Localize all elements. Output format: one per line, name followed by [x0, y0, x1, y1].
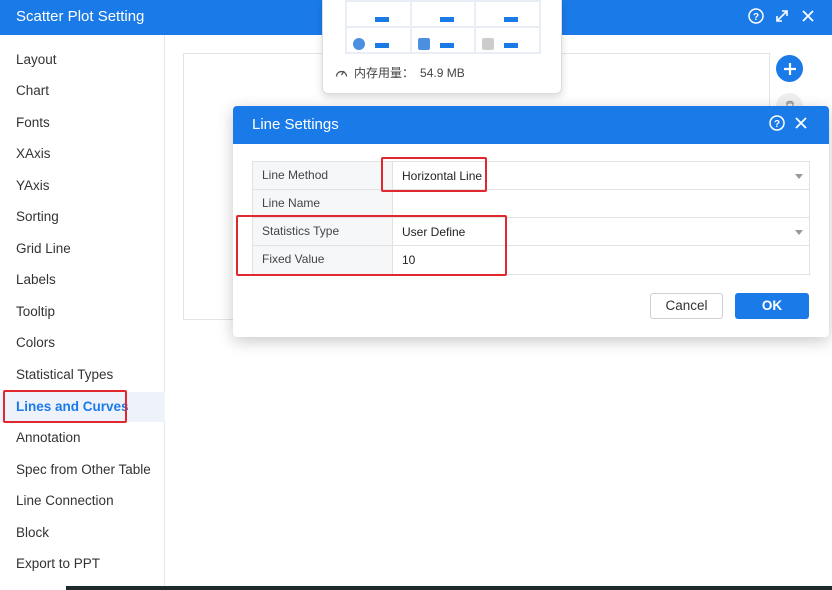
sidebar-item-export-to-ppt[interactable]: Export to PPT	[0, 549, 165, 579]
app-thumbnail[interactable]	[476, 28, 539, 52]
statistics-type-value: User Define	[402, 225, 466, 239]
app-thumbnail[interactable]	[347, 2, 410, 26]
close-icon[interactable]	[800, 8, 816, 24]
sidebar-item-xaxis[interactable]: XAxis	[0, 139, 165, 169]
line-name-input[interactable]	[393, 190, 809, 217]
chevron-down-icon	[795, 230, 803, 235]
form-row-statistics-type: Statistics Type User Define	[253, 218, 809, 246]
sidebar-item-line-connection[interactable]: Line Connection	[0, 486, 165, 516]
statistics-type-label: Statistics Type	[253, 218, 393, 245]
memory-usage-label: 内存用量：	[354, 66, 415, 80]
expand-icon[interactable]	[774, 8, 790, 24]
app-thumbnail[interactable]	[411, 28, 475, 52]
line-settings-form: Line Method Horizontal Line Line Name St…	[252, 161, 810, 275]
app-thumbnail[interactable]	[476, 2, 539, 26]
sidebar-item-statistical-types[interactable]: Statistical Types	[0, 360, 165, 390]
sidebar-item-spec-from-other-table[interactable]: Spec from Other Table	[0, 455, 165, 485]
sidebar-item-labels[interactable]: Labels	[0, 265, 165, 295]
sidebar-item-block[interactable]: Block	[0, 518, 165, 548]
app-thumbnail[interactable]	[347, 28, 410, 52]
sidebar-item-colors[interactable]: Colors	[0, 328, 165, 358]
chevron-down-icon	[795, 174, 803, 179]
app-thumbnails	[345, 0, 541, 54]
statistics-type-select[interactable]: User Define	[393, 218, 809, 245]
sidebar-item-yaxis[interactable]: YAxis	[0, 171, 165, 201]
gauge-icon	[335, 67, 348, 78]
sidebar-item-grid-line[interactable]: Grid Line	[0, 234, 165, 264]
dialog-title: Line Settings	[252, 116, 339, 133]
app-thumbnail[interactable]	[411, 2, 475, 26]
svg-text:?: ?	[753, 12, 759, 23]
line-method-label: Line Method	[253, 162, 393, 189]
sidebar-item-fonts[interactable]: Fonts	[0, 108, 165, 138]
sidebar-item-annotation[interactable]: Annotation	[0, 423, 165, 453]
memory-usage-value: 54.9 MB	[420, 65, 465, 80]
cancel-button[interactable]: Cancel	[650, 293, 723, 319]
ok-button[interactable]: OK	[735, 293, 809, 319]
memory-usage: 内存用量： 54.9 MB	[335, 64, 465, 81]
window-title: Scatter Plot Setting	[16, 8, 145, 25]
add-line-button[interactable]	[776, 55, 803, 82]
line-method-value: Horizontal Line	[402, 169, 483, 183]
svg-text:?: ?	[774, 119, 780, 130]
sidebar-item-chart[interactable]: Chart	[0, 76, 165, 106]
sidebar-item-layout[interactable]: Layout	[0, 45, 165, 75]
help-icon[interactable]: ?	[748, 8, 764, 24]
fixed-value-label: Fixed Value	[253, 246, 393, 274]
line-method-select[interactable]: Horizontal Line	[393, 162, 809, 189]
form-row-fixed-value: Fixed Value 10	[253, 246, 809, 274]
sidebar: Layout Chart Fonts XAxis YAxis Sorting G…	[0, 35, 165, 588]
memory-usage-popup: 内存用量： 54.9 MB	[322, 0, 562, 94]
sidebar-item-tooltip[interactable]: Tooltip	[0, 297, 165, 327]
dialog-header: Line Settings ?	[233, 106, 829, 144]
help-icon[interactable]: ?	[769, 115, 785, 131]
close-icon[interactable]	[793, 115, 809, 131]
form-row-line-method: Line Method Horizontal Line	[253, 162, 809, 190]
form-row-line-name: Line Name	[253, 190, 809, 218]
fixed-value-input[interactable]: 10	[393, 246, 809, 274]
sidebar-item-lines-and-curves[interactable]: Lines and Curves	[0, 392, 165, 422]
line-settings-dialog: Line Settings ? Line Method Horizontal L…	[233, 106, 829, 337]
line-name-label: Line Name	[253, 190, 393, 217]
taskbar	[66, 586, 832, 590]
sidebar-item-sorting[interactable]: Sorting	[0, 202, 165, 232]
